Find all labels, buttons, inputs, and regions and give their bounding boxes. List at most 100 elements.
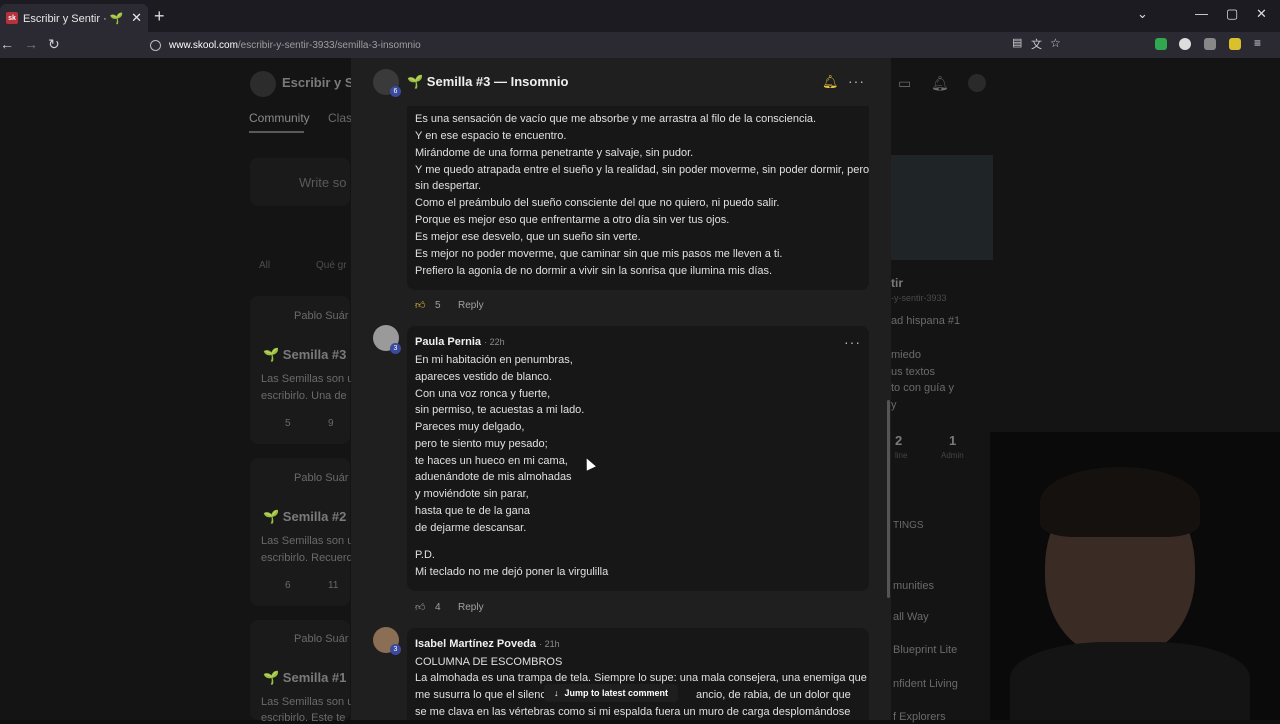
comment-line: Mirándome de una forma penetrante y salv… [415, 147, 694, 159]
community-logo-icon [250, 71, 276, 97]
comment-line: y moviéndote sin parar, [415, 488, 529, 500]
comment-line: Pareces muy delgado, [415, 421, 525, 433]
site-info-icon[interactable] [150, 39, 161, 51]
bg-desc-line: us textos [891, 366, 936, 378]
bg-post-excerpt: Las Semillas son u [261, 535, 354, 547]
level-badge: 3 [390, 644, 401, 655]
bg-post-title: 🌱 Semilla #2 [263, 509, 347, 524]
forward-icon[interactable]: → [24, 36, 38, 52]
bg-desc-line: y [891, 399, 897, 411]
address-bar[interactable]: www.skool.com /escribir-y-sentir-3933/se… [150, 35, 1070, 55]
chat-icon[interactable]: ▭ [898, 75, 911, 92]
comment-body [407, 96, 869, 290]
bg-desc-line: to con guía y [891, 382, 954, 394]
presenter-hair [1040, 467, 1200, 537]
post-title: 🌱 Semilla #3 — Insomnio [407, 74, 569, 89]
like-count: 5 [435, 300, 441, 311]
reply-button[interactable]: Reply [458, 602, 484, 613]
tab-title: Escribir y Sentir · 🌱 | Semillas [23, 12, 127, 25]
comment-line: aduenándote de mis almohadas [415, 471, 572, 483]
follow-bell-icon[interactable]: 🔔︎ [822, 74, 839, 90]
menu-icon[interactable]: ≡ [1254, 36, 1266, 50]
like-count: 4 [435, 602, 441, 613]
bg-desc-line: ad hispana #1 [891, 315, 961, 327]
comment-line: La almohada es una trampa de tela. Siemp… [415, 672, 867, 684]
bg-post-excerpt: Las Semillas son u [261, 373, 354, 385]
notifications-bell-icon[interactable]: 🔔︎ [931, 75, 949, 92]
bg-community-item[interactable]: all Way [893, 611, 929, 623]
like-icon[interactable]: 👍︎ [415, 299, 425, 311]
filter-all[interactable]: All [259, 260, 270, 271]
comment-time: · 21h [539, 639, 560, 649]
bg-community-item[interactable]: nfident Living [893, 678, 958, 690]
comment-line: Porque es mejor eso que enfrentarme a ot… [415, 214, 730, 226]
tab-underline [249, 131, 304, 133]
r-extension-icon[interactable] [1229, 38, 1241, 50]
tab-community[interactable]: Community [249, 111, 310, 125]
bg-post-author: Pablo Suár [294, 310, 349, 322]
bg-post-excerpt: Las Semillas son u [261, 696, 354, 708]
download-icon[interactable] [1155, 38, 1167, 50]
comment-options-icon[interactable]: ··· [844, 334, 861, 350]
comment-line: sin despertar. [415, 180, 482, 192]
like-icon[interactable]: 👍︎ [415, 601, 425, 613]
bg-post-comments: 9 [328, 418, 334, 429]
bg-stat-value: 2 [895, 433, 903, 448]
browser-navbar: ← → ↻ www.skool.com /escribir-y-sentir-3… [0, 32, 1280, 58]
browser-tabbar: sk Escribir y Sentir · 🌱 | Semillas ✕ + … [0, 0, 1280, 32]
reload-icon[interactable]: ↻ [48, 36, 60, 53]
comment-author[interactable]: Paula Pernia · 22h [415, 336, 505, 348]
extension-icon[interactable] [1179, 38, 1191, 50]
bg-post-title: 🌱 Semilla #3 [263, 347, 347, 362]
bg-desc-line: miedo [891, 349, 921, 361]
comment-line: Con una voz ronca y fuerte, [415, 388, 551, 400]
user-avatar[interactable] [968, 74, 986, 92]
bg-communities-label: munities [893, 580, 934, 592]
comment-line: Es una sensación de vacío que me absorbe… [415, 113, 817, 125]
bg-post-excerpt: escribirlo. Este te [261, 712, 346, 724]
comment-line: apareces vestido de blanco. [415, 371, 552, 383]
reader-view-icon[interactable]: ▤ [1012, 36, 1022, 49]
comment-heading: COLUMNA DE ESCOMBROS [415, 656, 563, 668]
webcam-overlay [990, 432, 1280, 720]
comment-line: Es mejor ese desvelo, que un sueño sin v… [415, 231, 641, 243]
modal-scrollbar[interactable] [887, 400, 890, 598]
maximize-icon[interactable]: ▢ [1226, 6, 1238, 22]
back-icon[interactable]: ← [0, 36, 14, 52]
write-placeholder[interactable]: Write so [299, 175, 346, 190]
close-window-icon[interactable]: ✕ [1256, 6, 1267, 22]
close-tab-icon[interactable]: ✕ [131, 10, 142, 26]
jump-label: Jump to latest comment [564, 688, 669, 698]
comment-line: Mi teclado no me dejó poner la virgulill… [415, 566, 609, 578]
minimize-icon[interactable]: — [1195, 6, 1208, 21]
tab-list-icon[interactable]: ⌄ [1137, 6, 1148, 22]
tab-classroom[interactable]: Clas [328, 111, 352, 125]
translate-icon[interactable]: 文 [1031, 36, 1042, 52]
bg-settings-label[interactable]: TINGS [893, 520, 924, 531]
more-options-icon[interactable]: ··· [848, 73, 865, 89]
new-tab-icon[interactable]: + [154, 6, 165, 27]
bookmark-star-icon[interactable]: ☆ [1050, 36, 1061, 50]
bg-community-item[interactable]: f Explorers [893, 711, 946, 723]
bg-stat-label: Admin [941, 451, 964, 460]
filter-other[interactable]: Qué gr [316, 260, 347, 271]
url-path: /escribir-y-sentir-3933/semilla-3-insomn… [237, 39, 421, 51]
bg-post-comments: 11 [328, 580, 339, 591]
comment-time: · 22h [484, 337, 505, 347]
extensions-puzzle-icon[interactable] [1204, 38, 1216, 50]
level-badge: 3 [390, 343, 401, 354]
comment-line: Es mejor no poder moverme, que caminar s… [415, 248, 783, 260]
comment-line: ancio, de rabia, de un dolor que [696, 689, 851, 701]
jump-to-latest-button[interactable]: ↓ Jump to latest comment [544, 684, 679, 702]
comment-author[interactable]: Isabel Martínez Poveda · 21h [415, 638, 560, 650]
skool-favicon-icon: sk [6, 12, 18, 24]
reply-button[interactable]: Reply [458, 300, 484, 311]
comment-line: hasta que te de la gana [415, 505, 530, 517]
post-modal: 6 🌱 Semilla #3 — Insomnio 🔔︎ ··· Es una … [351, 58, 891, 720]
url-domain: www.skool.com [169, 39, 238, 51]
community-name: Escribir y Se [282, 75, 361, 90]
comment-line: pero te siento muy pesado; [415, 438, 548, 450]
bg-community-item[interactable]: Blueprint Lite [893, 644, 957, 656]
browser-tab[interactable]: sk Escribir y Sentir · 🌱 | Semillas ✕ [0, 4, 148, 32]
bg-post-title: 🌱 Semilla #1 [263, 670, 347, 685]
